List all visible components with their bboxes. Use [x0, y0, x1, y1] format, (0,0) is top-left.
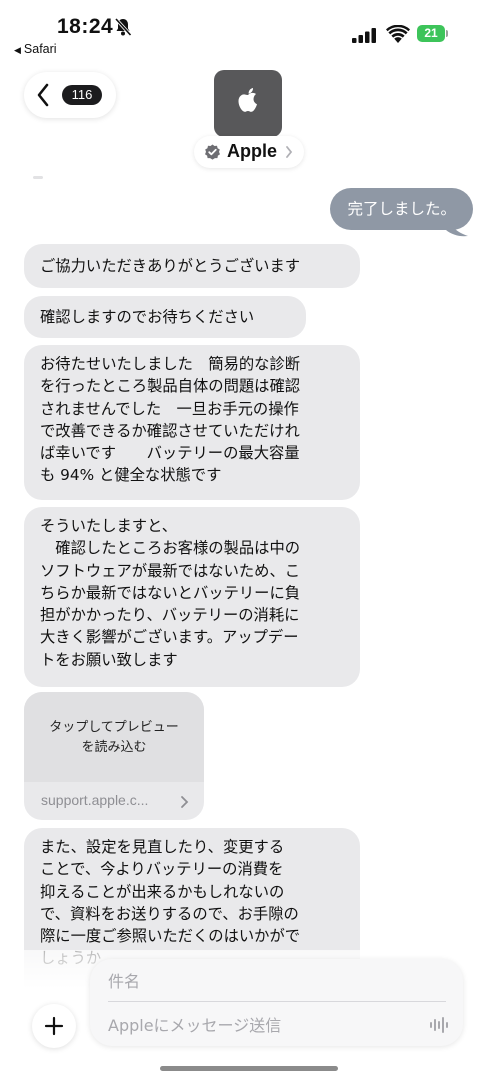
plus-icon	[44, 1016, 64, 1036]
apple-logo-icon	[238, 88, 257, 112]
back-button[interactable]: 116	[24, 72, 116, 118]
incoming-message[interactable]: ご協力いただきありがとうございます	[24, 244, 360, 288]
status-time: 18:24	[57, 15, 114, 38]
outgoing-bubble-tail	[446, 218, 468, 237]
wifi-icon	[386, 25, 410, 43]
chevron-left-icon	[37, 83, 49, 107]
chevron-right-icon	[181, 796, 189, 808]
verified-icon	[205, 144, 220, 160]
contact-avatar[interactable]	[214, 70, 282, 137]
incoming-message[interactable]: 確認しますのでお待ちください	[24, 296, 306, 338]
battery-level: 21	[417, 25, 445, 42]
subject-input[interactable]	[108, 967, 446, 995]
back-to-app-link[interactable]: ◀ Safari	[14, 42, 57, 56]
battery-cap	[446, 30, 448, 37]
contact-name-button[interactable]: Apple	[194, 136, 304, 168]
signal-icon	[352, 28, 376, 43]
link-domain: support.apple.c...	[41, 792, 149, 808]
back-app-label: Safari	[23, 42, 57, 56]
unread-count-badge: 116	[62, 85, 102, 105]
message-composer	[90, 959, 463, 1046]
back-triangle-icon: ◀	[14, 45, 21, 55]
home-indicator[interactable]	[160, 1066, 338, 1071]
status-bar: 18:24 ◀ Safari 21	[0, 0, 498, 60]
waveform-icon[interactable]	[429, 1017, 449, 1033]
add-attachment-button[interactable]	[32, 1004, 76, 1048]
contact-name: Apple	[227, 141, 278, 161]
link-preview-prompt: タップしてプレビュー を読み込む	[49, 720, 179, 755]
bell-slash-icon	[114, 17, 132, 37]
link-preview-area[interactable]: タップしてプレビュー を読み込む	[24, 692, 204, 782]
composer-divider	[108, 1001, 446, 1002]
decorative-mark	[33, 176, 43, 179]
message-input[interactable]	[108, 1011, 418, 1039]
incoming-message[interactable]: そういたしますと、 確認したところお客様の製品は中の ソフトウェアが最新ではない…	[24, 507, 360, 687]
battery-icon: 21	[417, 25, 448, 43]
chevron-right-icon	[286, 146, 293, 158]
incoming-message[interactable]: お待たせいたしました 簡易的な診断 を行ったところ製品自体の問題は確認 されませ…	[24, 345, 360, 500]
link-preview-card[interactable]: タップしてプレビュー を読み込む support.apple.c...	[24, 692, 204, 820]
